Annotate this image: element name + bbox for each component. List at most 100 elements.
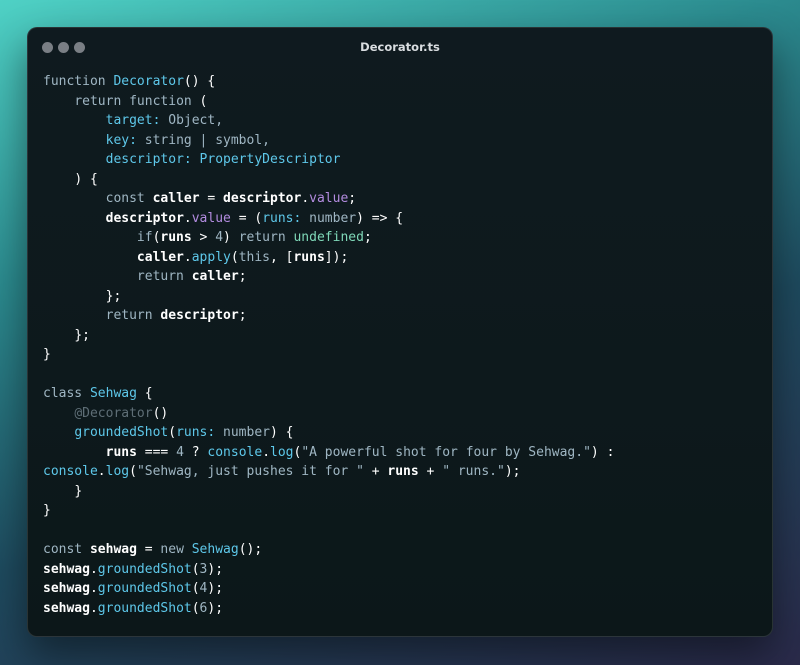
code-token: value — [191, 210, 231, 226]
code-token: " runs." — [442, 464, 505, 479]
code-token: ( — [191, 93, 208, 109]
code-token: string | symbol, — [144, 132, 270, 148]
code-token: ; — [238, 269, 247, 284]
code-token: ); — [207, 561, 224, 577]
window-title: Decorator.ts — [360, 40, 440, 54]
code-token: . — [89, 600, 98, 616]
code-token: "Sehwag, just pushes it for " — [136, 464, 364, 479]
code-token: runs — [387, 464, 419, 479]
code-token: = — [136, 542, 161, 557]
code-token: number — [223, 425, 270, 440]
code-line: } — [43, 482, 762, 502]
code-token: = — [199, 191, 224, 206]
code-token: ) : — [590, 444, 615, 460]
code-token: groundedShot — [97, 581, 192, 596]
code-token: + — [418, 464, 443, 479]
code-token: sehwag — [89, 542, 137, 557]
code-token: return — [136, 269, 184, 284]
code-token: (); — [238, 542, 263, 557]
code-token: caller — [136, 249, 184, 265]
code-token: . — [89, 581, 98, 596]
code-token: ( — [129, 464, 137, 479]
code-token: sehwag — [43, 561, 90, 577]
code-line: const sehwag = new Sehwag(); — [43, 540, 762, 560]
code-token: } — [74, 483, 83, 499]
code-token: ( — [230, 249, 239, 265]
code-line: sehwag.groundedShot(3); — [43, 560, 762, 580]
code-token: ( — [191, 581, 200, 596]
code-line: } — [43, 501, 762, 521]
code-token: . — [97, 464, 106, 479]
code-token: } — [43, 347, 51, 362]
code-line: groundedShot(runs: number) { — [43, 423, 762, 443]
code-token: ( — [191, 600, 200, 616]
code-token: log — [270, 444, 294, 460]
code-token: Sehwag — [191, 542, 239, 557]
code-token: function — [129, 93, 192, 109]
code-token: runs — [160, 230, 192, 245]
code-line: sehwag.groundedShot(4); — [43, 579, 762, 599]
code-token: groundedShot — [74, 425, 169, 440]
code-line: ) { — [43, 170, 762, 190]
code-token: . — [301, 191, 310, 206]
code-line: console.log("Sehwag, just pushes it for … — [43, 462, 762, 482]
code-token: log — [105, 464, 130, 479]
code-token: 4 — [176, 444, 184, 460]
code-token: ); — [207, 600, 224, 616]
code-token: === — [136, 444, 177, 460]
code-window: Decorator.ts function Decorator() { retu… — [27, 27, 773, 637]
code-token: runs — [293, 249, 325, 265]
code-token: () — [152, 405, 169, 421]
code-token: { — [136, 386, 153, 401]
code-token: function — [43, 74, 106, 89]
window-titlebar: Decorator.ts — [28, 28, 772, 66]
code-line: function Decorator() { — [43, 72, 762, 92]
code-line: descriptor.value = (runs: number) => { — [43, 209, 762, 229]
code-token: Object, — [168, 113, 224, 128]
code-token: ) { — [270, 425, 294, 440]
code-token: ); — [207, 581, 224, 596]
code-line: class Sehwag { — [43, 384, 762, 404]
code-token: . — [183, 249, 192, 265]
code-token: new — [160, 542, 184, 557]
code-token: Sehwag — [89, 386, 137, 401]
code-line: descriptor: PropertyDescriptor — [43, 150, 762, 170]
code-token: runs — [105, 444, 137, 460]
code-token: ; — [238, 308, 247, 323]
code-token: @Decorator — [74, 405, 153, 421]
code-line: const caller = descriptor.value; — [43, 189, 762, 209]
code-token: descriptor — [105, 210, 184, 226]
code-token: Decorator — [113, 74, 184, 89]
code-token: ) => { — [356, 210, 404, 226]
code-token: descriptor: — [105, 152, 192, 167]
code-token: ) — [223, 230, 239, 245]
code-block: function Decorator() { return function (… — [43, 72, 762, 618]
code-token: const — [43, 542, 83, 557]
code-line: sehwag.groundedShot(6); — [43, 599, 762, 619]
code-token: ; — [363, 230, 372, 245]
code-token: ( — [168, 425, 177, 440]
code-token: . — [262, 444, 271, 460]
code-token: ) { — [74, 171, 98, 187]
code-token: sehwag — [43, 581, 90, 596]
code-token: caller — [152, 191, 200, 206]
code-token: undefined — [293, 230, 364, 245]
code-token: ; — [348, 191, 357, 206]
code-token: }; — [105, 288, 122, 304]
